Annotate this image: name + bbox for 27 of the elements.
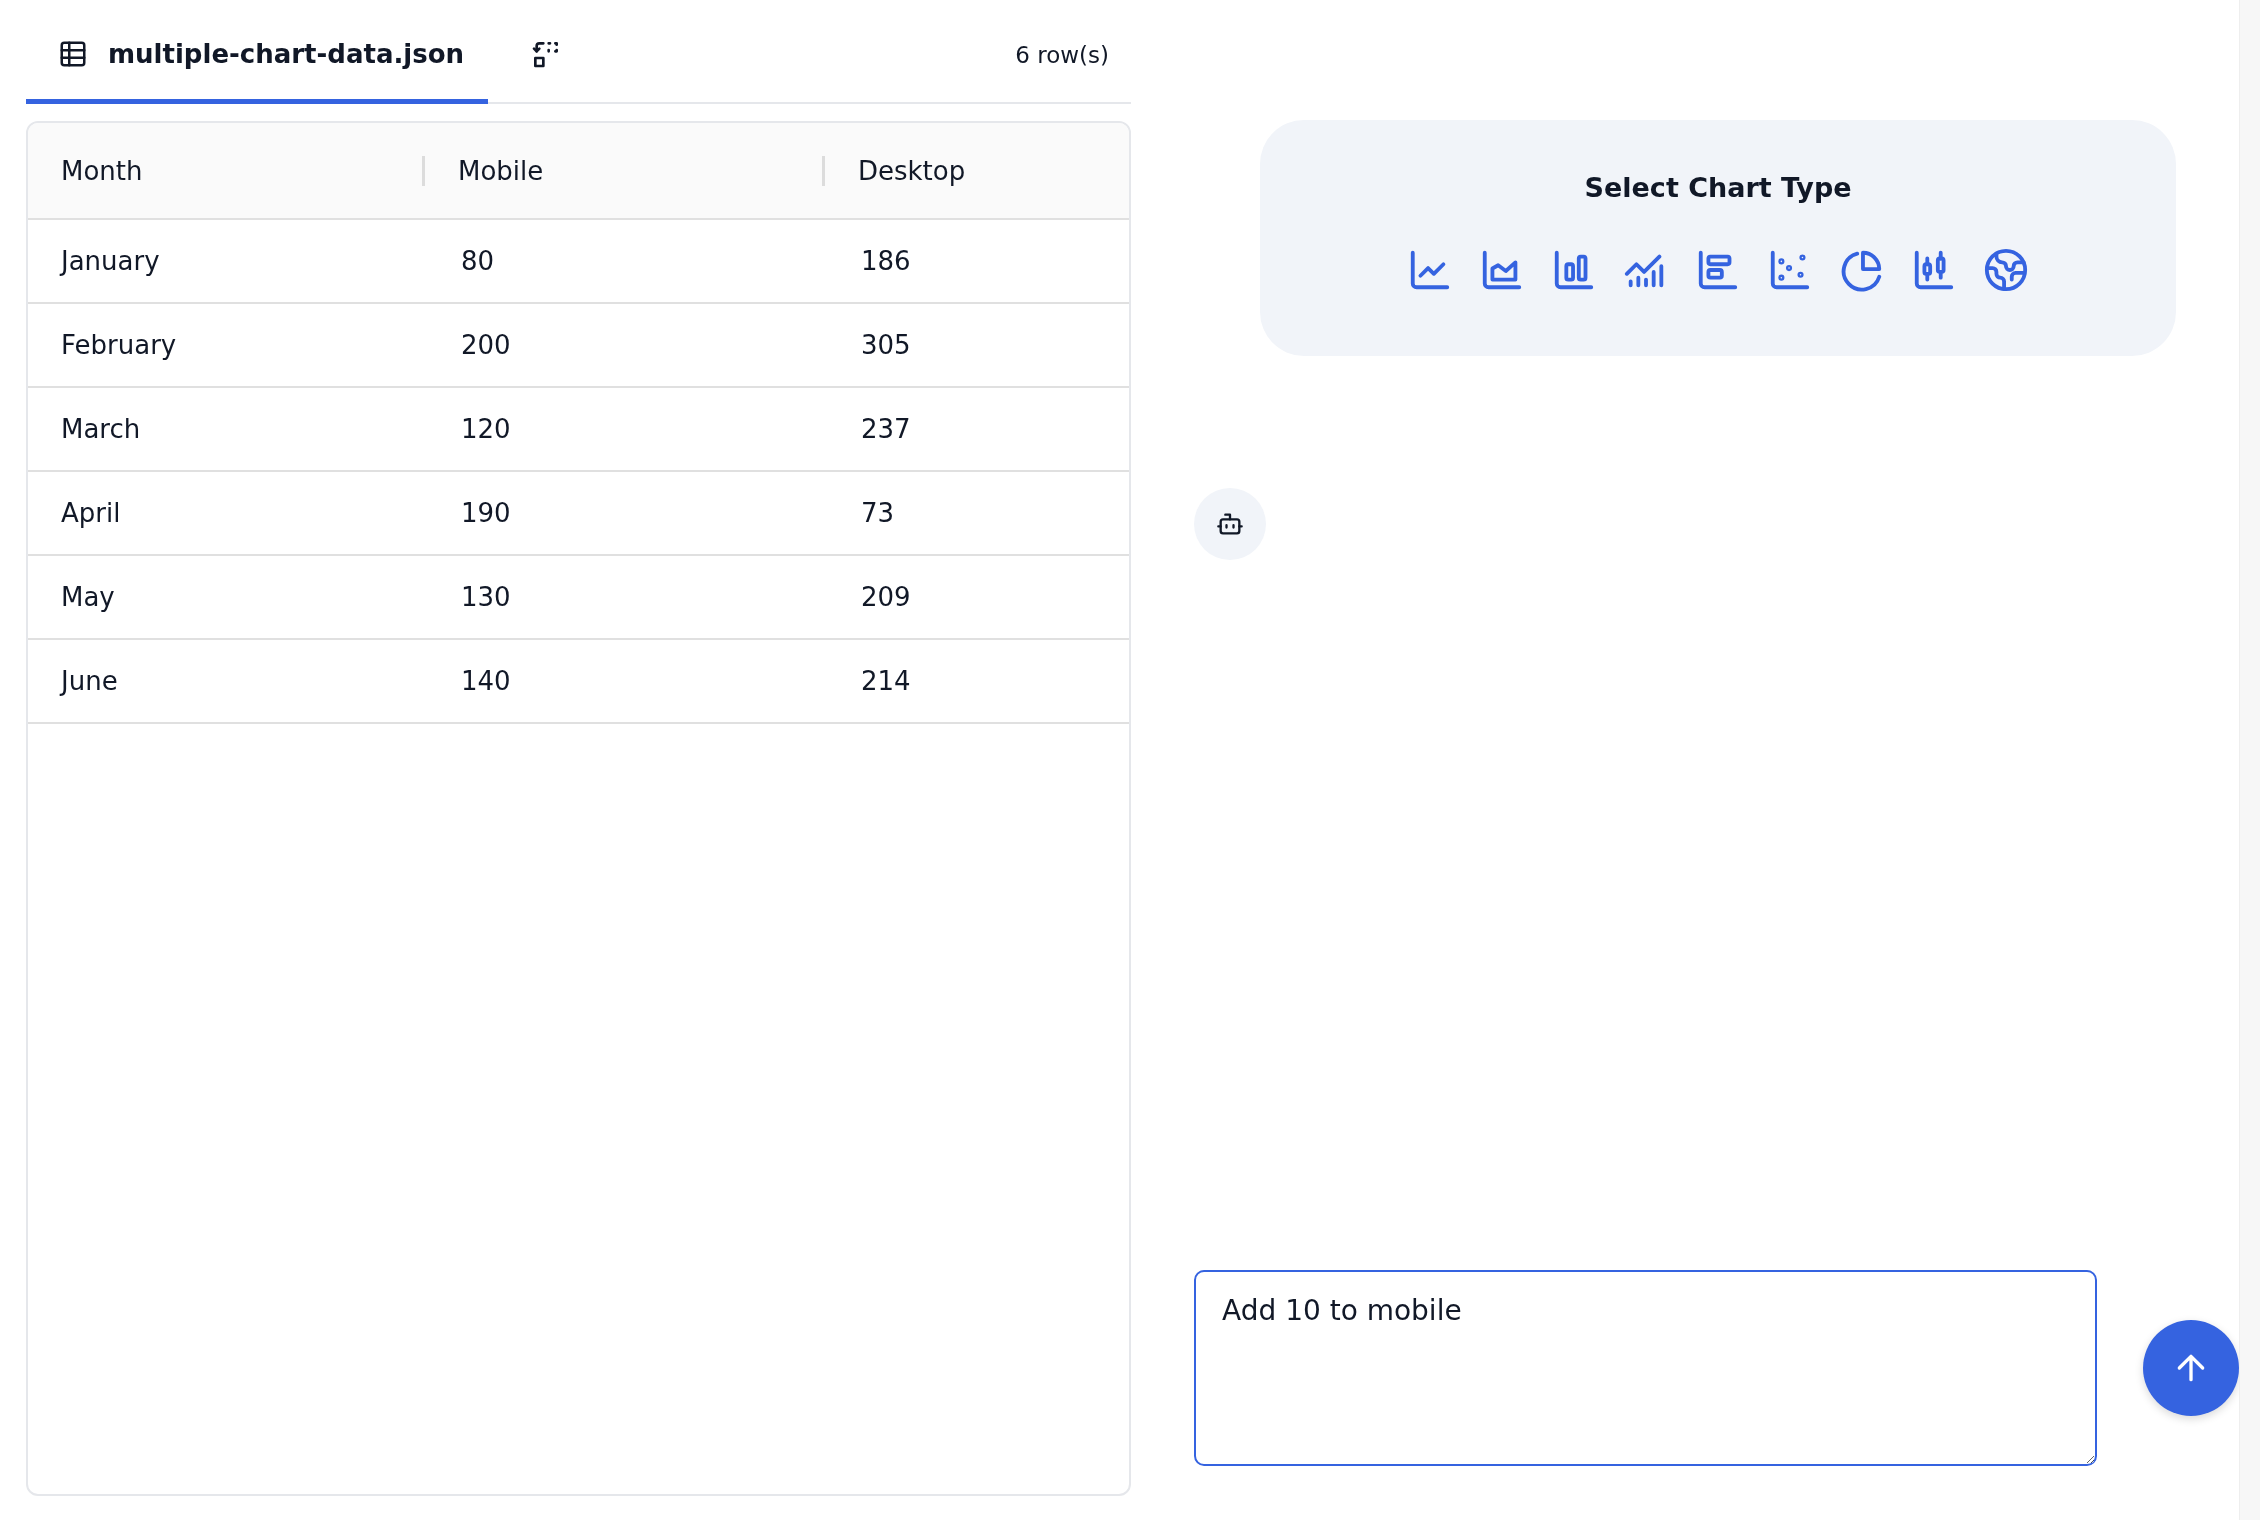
table-cell-text: 140 [460, 666, 512, 696]
table-cell-text: April [60, 498, 122, 528]
table-cell-text: June [58, 666, 119, 696]
table-cell-text: 214 [860, 666, 912, 696]
table-cell-text: 190 [460, 498, 512, 528]
send-button[interactable] [2143, 1320, 2240, 1416]
table-cell-text: 200 [460, 330, 512, 360]
table-cell-text: 120 [460, 414, 512, 444]
table-cell-text: 130 [460, 582, 512, 612]
chart-type-title: Select Chart Type [1584, 172, 1852, 203]
row-count: 6 row(s) [1015, 41, 1110, 68]
table-cell-text: 80 [460, 246, 496, 276]
table-cell-text: 209 [860, 582, 912, 612]
table-cell-text: 73 [860, 498, 896, 528]
message-input[interactable]: Add 10 to mobile [1194, 1270, 2098, 1466]
table-cell-text: March [60, 414, 142, 444]
globe-icon[interactable] [1983, 247, 2030, 293]
file-tab[interactable]: multiple-chart-data.json [26, 0, 489, 104]
column-header[interactable]: Month [28, 155, 428, 186]
table-cell-text: 186 [860, 246, 912, 276]
table-cell-text: 237 [860, 414, 912, 444]
table-cell-text: 305 [860, 330, 912, 360]
column-header[interactable]: Desktop [825, 155, 1130, 186]
column-header[interactable]: Mobile [425, 155, 828, 186]
table-cell-text: May [60, 582, 116, 612]
table-cell-text: January [58, 246, 161, 276]
table-cell-text: February [60, 330, 178, 360]
